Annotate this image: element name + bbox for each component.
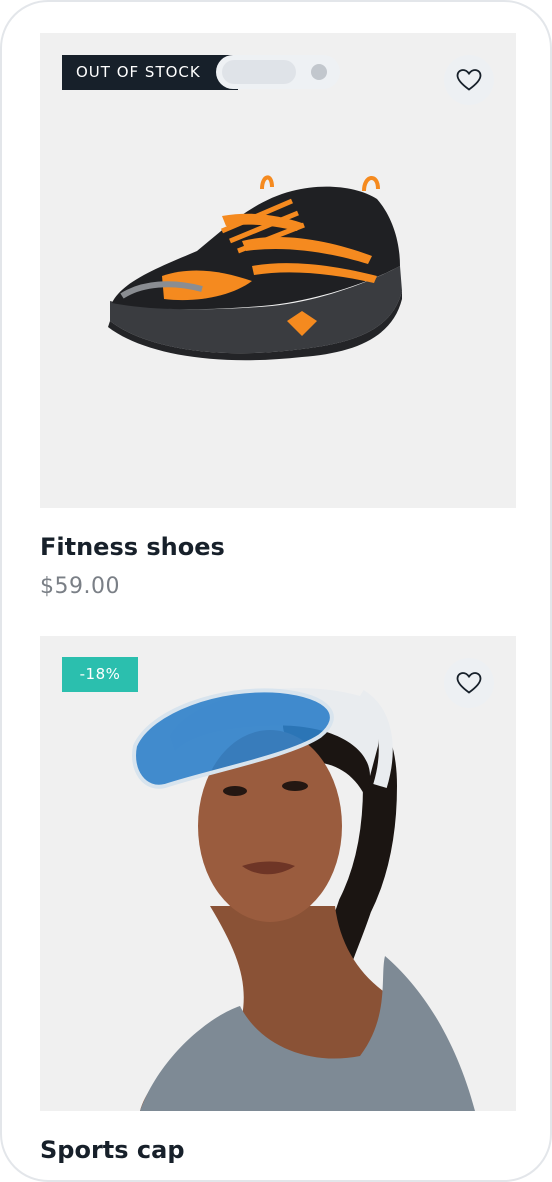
wishlist-button[interactable]: [444, 658, 494, 708]
product-card-sports-cap[interactable]: -18% Sports cap: [40, 636, 516, 1164]
image-slider-toggle[interactable]: [216, 55, 340, 89]
product-image-shoe: [108, 175, 402, 361]
product-card-fitness-shoes[interactable]: OUT OF STOCK Fitness shoes $59.00: [40, 33, 516, 599]
toggle-dot: [311, 64, 327, 80]
out-of-stock-badge: OUT OF STOCK: [62, 55, 238, 90]
discount-badge: -18%: [62, 657, 138, 692]
product-title[interactable]: Fitness shoes: [40, 533, 225, 561]
product-image-area[interactable]: OUT OF STOCK: [40, 33, 516, 508]
heart-icon: [456, 69, 482, 91]
product-image-woman-with-visor: [132, 688, 475, 1111]
heart-icon: [456, 672, 482, 694]
toggle-pill: [222, 60, 296, 84]
wishlist-button[interactable]: [444, 55, 494, 105]
product-price: $59.00: [40, 574, 120, 599]
product-image-area[interactable]: -18%: [40, 636, 516, 1111]
phone-frame: OUT OF STOCK Fitness shoes $59.00 -18% S…: [0, 0, 552, 1182]
product-title[interactable]: Sports cap: [40, 1136, 185, 1164]
